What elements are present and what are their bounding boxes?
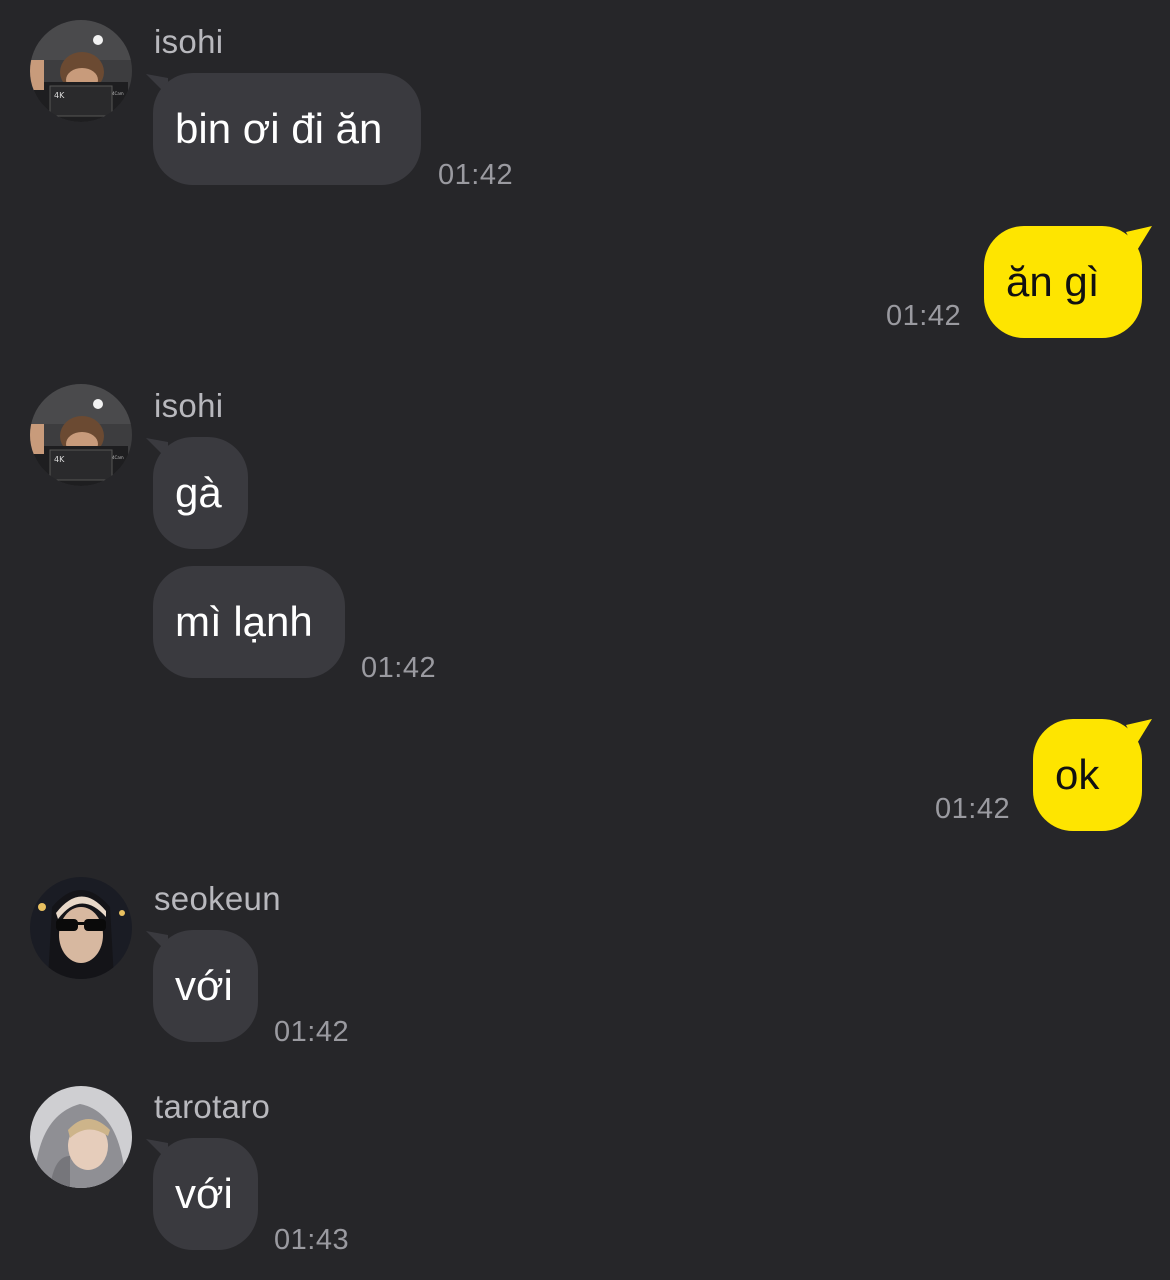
sender-name: isohi xyxy=(154,387,224,424)
chat-message-list[interactable]: 4K 4Cam isohi bin ơi đi ăn 01:42 01:42 ă… xyxy=(0,0,1170,1280)
message-bubble[interactable]: gà xyxy=(153,437,248,549)
user-avatar-tarotaro-icon[interactable] xyxy=(30,1086,132,1188)
sender-name: tarotaro xyxy=(154,1088,271,1125)
bubble-tail xyxy=(1126,226,1152,252)
message-timestamp: 01:43 xyxy=(274,1224,350,1256)
sender-name: seokeun xyxy=(154,880,281,917)
user-avatar-seokeun-icon[interactable] xyxy=(30,877,132,979)
svg-text:4K: 4K xyxy=(54,91,65,100)
user-avatar-isohi-icon[interactable]: 4K 4Cam xyxy=(30,384,132,486)
user-avatar-isohi-icon[interactable]: 4K 4Cam xyxy=(30,20,132,122)
svg-text:4Cam: 4Cam xyxy=(112,455,124,460)
svg-text:4Cam: 4Cam xyxy=(112,91,124,96)
message-bubble[interactable]: với xyxy=(153,930,258,1042)
message-timestamp: 01:42 xyxy=(935,793,1011,825)
message-timestamp: 01:42 xyxy=(274,1016,350,1048)
bubble-tail xyxy=(1126,719,1152,745)
message-bubble[interactable]: bin ơi đi ăn xyxy=(153,73,421,185)
message-bubble[interactable]: ăn gì xyxy=(984,226,1142,338)
svg-text:4K: 4K xyxy=(54,455,65,464)
message-bubble[interactable]: với xyxy=(153,1138,258,1250)
message-timestamp: 01:42 xyxy=(361,652,437,684)
message-bubble[interactable]: mì lạnh xyxy=(153,566,345,678)
message-timestamp: 01:42 xyxy=(438,159,514,191)
sender-name: isohi xyxy=(154,23,224,60)
message-timestamp: 01:42 xyxy=(886,300,962,332)
